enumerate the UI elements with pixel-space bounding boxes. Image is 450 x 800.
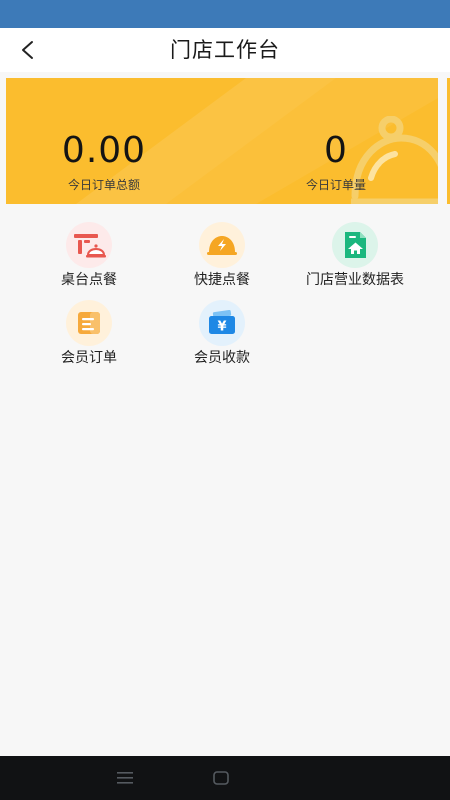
home-square-icon xyxy=(213,771,229,785)
member-order-icon xyxy=(66,300,112,346)
app-header: 门店工作台 xyxy=(0,28,450,72)
today-total-amount-value: 0.00 xyxy=(61,130,147,171)
tile-member-payment-label: 会员收款 xyxy=(194,350,250,366)
tile-quick-ordering-label: 快捷点餐 xyxy=(194,272,250,288)
page-title: 门店工作台 xyxy=(170,38,280,62)
menu-lines-icon xyxy=(117,772,133,784)
today-order-count-value: 0 xyxy=(324,130,348,171)
nav-home-button[interactable] xyxy=(208,766,234,790)
today-total-amount: 0.00 今日订单总额 xyxy=(14,128,194,194)
today-order-count: 0 今日订单量 xyxy=(246,128,426,194)
chevron-left-icon xyxy=(22,41,33,59)
nav-menu-button[interactable] xyxy=(112,766,138,790)
tile-member-payment[interactable]: ¥ 会员收款 xyxy=(147,300,297,370)
tile-table-ordering-label: 桌台点餐 xyxy=(61,272,117,288)
summary-card[interactable]: 0.00 今日订单总额 0 今日订单量 xyxy=(6,78,438,204)
today-total-amount-label: 今日订单总额 xyxy=(67,178,140,192)
system-navigation-bar xyxy=(0,756,450,800)
tile-quick-ordering[interactable]: 快捷点餐 xyxy=(147,222,297,292)
tile-member-orders[interactable]: 会员订单 xyxy=(14,300,164,370)
tile-store-report[interactable]: 门店营业数据表 xyxy=(280,222,430,292)
table-dining-icon xyxy=(66,222,112,268)
back-button[interactable] xyxy=(10,32,46,68)
tile-member-orders-label: 会员订单 xyxy=(61,350,117,366)
status-bar xyxy=(0,0,450,28)
today-order-count-label: 今日订单量 xyxy=(305,178,366,192)
svg-text:¥: ¥ xyxy=(217,320,226,335)
store-report-icon xyxy=(332,222,378,268)
wallet-yuan-icon: ¥ xyxy=(199,300,245,346)
tile-store-report-label: 门店营业数据表 xyxy=(306,272,404,288)
quick-order-cloche-icon xyxy=(199,222,245,268)
tile-table-ordering[interactable]: 桌台点餐 xyxy=(14,222,164,292)
